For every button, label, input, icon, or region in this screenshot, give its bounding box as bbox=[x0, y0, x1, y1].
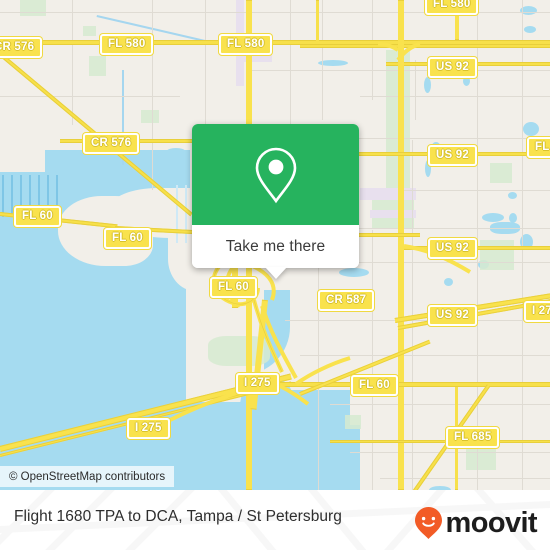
gridline-h bbox=[350, 452, 550, 453]
road-shield: FL 60 bbox=[210, 277, 257, 298]
gridline-h bbox=[0, 96, 180, 97]
gridline-h bbox=[300, 355, 550, 356]
road-shield: FL 60 bbox=[527, 137, 550, 158]
road-shield: US 92 bbox=[428, 238, 477, 259]
road-fl-60-south[interactable] bbox=[248, 382, 550, 387]
gridline-v bbox=[415, 60, 416, 120]
park-n3 bbox=[141, 110, 159, 123]
water-pond-18 bbox=[167, 148, 185, 154]
gridline-h bbox=[285, 320, 550, 321]
road-us-92-mid2[interactable] bbox=[404, 246, 550, 250]
road-shield: FL 685 bbox=[446, 427, 500, 448]
road-dale-mabry[interactable] bbox=[246, 0, 252, 130]
road-minor-horizontal-s[interactable] bbox=[330, 440, 550, 443]
park-n2 bbox=[89, 56, 106, 76]
water-south-strip bbox=[250, 425, 360, 490]
gridline-v bbox=[152, 0, 153, 190]
road-shield: FL 580 bbox=[425, 0, 479, 15]
road-us-92-vertical[interactable] bbox=[398, 0, 404, 490]
road-shield: I 275 bbox=[236, 373, 279, 394]
gridline-v bbox=[205, 0, 206, 130]
park-n1 bbox=[83, 26, 96, 36]
road-shield: FL 60 bbox=[14, 206, 61, 227]
road-shield: CR 576 bbox=[0, 37, 43, 58]
gridline-h bbox=[330, 404, 550, 405]
gridline-v bbox=[72, 0, 73, 125]
road-shield: FL 60 bbox=[104, 228, 151, 249]
aeroway-apron-2 bbox=[370, 210, 416, 218]
park-nw bbox=[20, 0, 46, 16]
road-shield: CR 587 bbox=[318, 290, 375, 311]
road-us-92-upper[interactable] bbox=[300, 44, 550, 48]
moovit-wordmark: moovit bbox=[445, 506, 538, 539]
footer-bar: Flight 1680 TPA to DCA, Tampa / St Peter… bbox=[0, 490, 550, 550]
park-e1 bbox=[480, 240, 514, 270]
moovit-pin-icon bbox=[414, 507, 442, 539]
road-shield: US 92 bbox=[428, 145, 477, 166]
road-shield: FL 580 bbox=[100, 34, 154, 55]
park-e2 bbox=[490, 163, 512, 183]
gridline-v bbox=[290, 0, 291, 130]
land-nw-strip bbox=[0, 150, 45, 172]
road-shield: I 275 bbox=[524, 301, 550, 322]
osm-attribution-text: © OpenStreetMap contributors bbox=[9, 470, 166, 483]
water-pond-15 bbox=[444, 278, 453, 286]
water-pond-7 bbox=[482, 213, 504, 222]
page-title: Flight 1680 TPA to DCA, Tampa / St Peter… bbox=[14, 508, 342, 525]
gridline-v bbox=[522, 0, 523, 490]
gridline-v bbox=[322, 0, 323, 120]
road-vertical-ne[interactable] bbox=[316, 0, 319, 45]
gridline-v bbox=[477, 0, 478, 490]
gridline-h bbox=[380, 478, 550, 479]
park-s1 bbox=[345, 415, 361, 429]
road-shield: CR 576 bbox=[83, 133, 140, 154]
gridline-v bbox=[372, 230, 373, 490]
moovit-logo[interactable]: moovit bbox=[414, 506, 538, 540]
take-me-there-card[interactable]: Take me there bbox=[192, 124, 359, 279]
card-pointer-tail bbox=[264, 267, 287, 279]
road-shield: US 92 bbox=[428, 305, 477, 326]
water-pond-2 bbox=[524, 26, 536, 33]
take-me-there-label: Take me there bbox=[225, 237, 326, 255]
road-shield: FL 580 bbox=[219, 34, 273, 55]
road-shield: I 275 bbox=[127, 418, 170, 439]
road-shield: US 92 bbox=[428, 57, 477, 78]
water-small-pond-nw bbox=[0, 240, 52, 266]
card-button-area[interactable]: Take me there bbox=[192, 225, 359, 268]
gridline-h bbox=[400, 190, 550, 191]
water-pond-3 bbox=[523, 122, 539, 136]
water-pond-10 bbox=[424, 77, 431, 93]
road-shield: FL 60 bbox=[351, 375, 398, 396]
gridline-v bbox=[372, 0, 373, 100]
moovit-map-page: CR 576 FL 580 FL 580 FL 580 US 92 CR 576 US 92… bbox=[0, 0, 550, 550]
card-icon-area bbox=[192, 124, 359, 225]
water-pond-13 bbox=[339, 268, 369, 277]
map-pin-icon bbox=[255, 147, 296, 203]
water-pond-5 bbox=[508, 192, 517, 199]
osm-attribution[interactable]: © OpenStreetMap contributors bbox=[0, 466, 175, 487]
map-canvas[interactable]: CR 576 FL 580 FL 580 FL 580 US 92 CR 576 US 92… bbox=[0, 0, 550, 490]
